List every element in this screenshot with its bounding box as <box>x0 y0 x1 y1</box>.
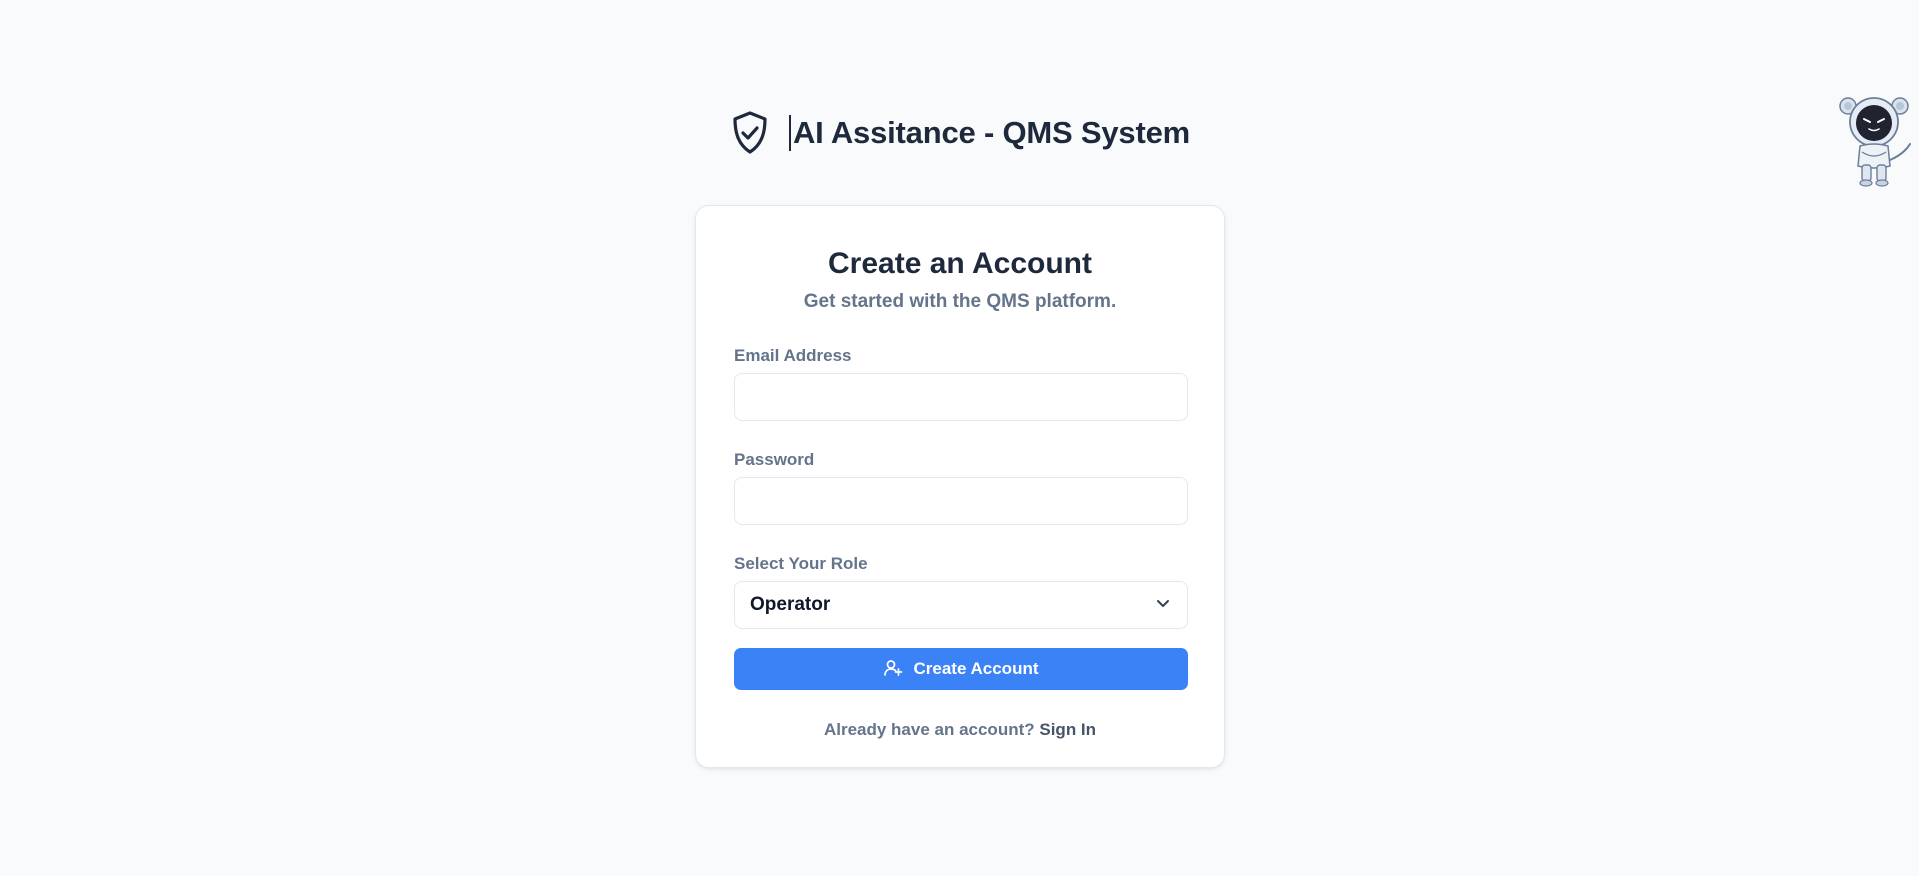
astronaut-cat-mascot[interactable] <box>1838 92 1914 188</box>
role-selected-value: Operator <box>750 594 831 615</box>
password-field[interactable] <box>734 477 1188 525</box>
role-label: Select Your Role <box>734 554 868 573</box>
shield-check-icon <box>729 110 771 156</box>
sign-in-link[interactable]: Sign In <box>1039 720 1096 739</box>
email-label: Email Address <box>734 346 852 365</box>
create-account-button[interactable]: Create Account <box>734 648 1188 690</box>
card-subtitle: Get started with the QMS platform. <box>803 291 1117 312</box>
signin-prompt: Already have an account? Sign In <box>734 720 1186 740</box>
card-title: Create an Account <box>828 247 1092 280</box>
brand-header: AI Assitance - QMS System <box>0 110 1919 156</box>
email-field[interactable] <box>734 373 1188 421</box>
signin-prompt-text: Already have an account? <box>823 720 1035 739</box>
role-select[interactable]: Operator <box>734 581 1188 629</box>
email-field-group: Email Address <box>734 346 1188 421</box>
password-label: Password <box>734 450 815 469</box>
role-field-group: Select Your Role Operator <box>734 554 1188 629</box>
create-account-label: Create Account <box>913 659 1039 678</box>
password-field-group: Password <box>734 450 1188 525</box>
chevron-down-icon <box>1154 594 1172 617</box>
app-title: AI Assitance - QMS System <box>789 115 1190 151</box>
signup-card: Create an Account Get started with the Q… <box>695 205 1225 768</box>
user-plus-icon <box>883 658 903 681</box>
signup-page: AI Assitance - QMS System Create an Acco… <box>0 0 1919 876</box>
